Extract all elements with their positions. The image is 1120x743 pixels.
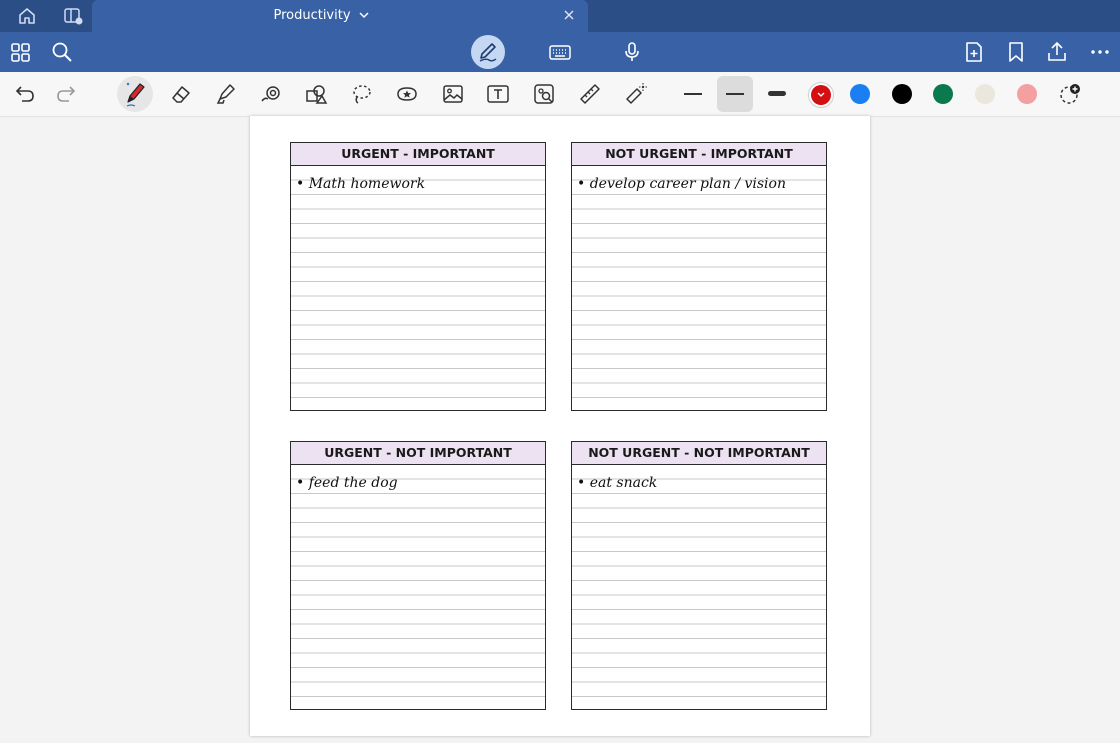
laser-pointer-icon[interactable] bbox=[624, 82, 648, 106]
tools-toolbar bbox=[0, 72, 1120, 117]
color-swatch-selected-ring[interactable] bbox=[808, 82, 834, 108]
quadrant-urgent-not-important[interactable]: URGENT - NOT IMPORTANT • feed the dog bbox=[290, 441, 546, 710]
quadrant-title: URGENT - IMPORTANT bbox=[291, 143, 545, 166]
quadrant-title: NOT URGENT - IMPORTANT bbox=[572, 143, 826, 166]
chevron-down-icon[interactable] bbox=[358, 9, 370, 21]
lasso-icon[interactable] bbox=[350, 82, 374, 106]
image-icon[interactable] bbox=[441, 82, 465, 106]
tabs-icon[interactable] bbox=[62, 6, 84, 26]
share-icon[interactable] bbox=[1045, 40, 1069, 64]
color-swatch-black[interactable] bbox=[892, 84, 912, 104]
title-bar: Productivity bbox=[0, 0, 1120, 32]
more-icon[interactable] bbox=[1088, 40, 1112, 64]
close-icon[interactable] bbox=[562, 8, 576, 22]
add-page-icon[interactable] bbox=[962, 40, 986, 64]
handwritten-note: • eat snack bbox=[577, 475, 658, 491]
pen-mode-icon bbox=[479, 43, 497, 62]
color-swatch-green[interactable] bbox=[933, 84, 953, 104]
highlighter-icon[interactable] bbox=[214, 82, 238, 106]
eraser-icon[interactable] bbox=[169, 82, 193, 106]
pen-icon bbox=[126, 82, 145, 107]
document-title: Productivity bbox=[273, 8, 351, 23]
handwritten-note: • develop career plan / vision bbox=[577, 176, 786, 192]
quadrant-not-urgent-important[interactable]: NOT URGENT - IMPORTANT • develop career … bbox=[571, 142, 827, 411]
text-icon[interactable] bbox=[486, 82, 510, 106]
chevron-down-icon bbox=[817, 92, 825, 97]
pen-mode-button[interactable] bbox=[471, 35, 505, 69]
color-swatch-pink[interactable] bbox=[1017, 84, 1037, 104]
stroke-medium-selected[interactable] bbox=[717, 76, 753, 112]
grid-icon[interactable] bbox=[9, 40, 33, 64]
main-toolbar bbox=[0, 32, 1120, 72]
scan-icon[interactable] bbox=[532, 82, 556, 106]
ruled-lines bbox=[572, 465, 826, 709]
home-icon[interactable] bbox=[16, 6, 38, 26]
pen-tool-button[interactable] bbox=[117, 76, 153, 112]
microphone-icon[interactable] bbox=[620, 40, 644, 64]
search-icon[interactable] bbox=[50, 40, 74, 64]
ruled-lines bbox=[572, 166, 826, 410]
handwritten-note: • Math homework bbox=[296, 176, 426, 192]
bookmark-icon[interactable] bbox=[1004, 40, 1028, 64]
quadrant-title: URGENT - NOT IMPORTANT bbox=[291, 442, 545, 465]
document-tab[interactable]: Productivity bbox=[92, 0, 588, 32]
quadrant-title: NOT URGENT - NOT IMPORTANT bbox=[572, 442, 826, 465]
ruled-lines bbox=[291, 166, 545, 410]
handwritten-note: • feed the dog bbox=[296, 475, 398, 491]
quadrant-urgent-important[interactable]: URGENT - IMPORTANT • Math homework bbox=[290, 142, 546, 411]
stroke-thick[interactable] bbox=[768, 91, 786, 96]
redo-icon[interactable] bbox=[54, 82, 78, 106]
add-color-icon[interactable] bbox=[1058, 82, 1082, 106]
ruler-icon[interactable] bbox=[578, 82, 602, 106]
ruled-lines bbox=[291, 465, 545, 709]
notebook-page[interactable]: URGENT - IMPORTANT • Math homework NOT U… bbox=[250, 116, 870, 736]
sticker-icon[interactable] bbox=[395, 82, 419, 106]
shapes-icon[interactable] bbox=[259, 82, 283, 106]
color-swatch-cream[interactable] bbox=[975, 84, 995, 104]
stroke-thin[interactable] bbox=[684, 93, 702, 95]
keyboard-icon[interactable] bbox=[548, 40, 572, 64]
quadrant-not-urgent-not-important[interactable]: NOT URGENT - NOT IMPORTANT • eat snack bbox=[571, 441, 827, 710]
elements-icon[interactable] bbox=[304, 82, 328, 106]
undo-icon[interactable] bbox=[13, 82, 37, 106]
color-swatch-blue[interactable] bbox=[850, 84, 870, 104]
